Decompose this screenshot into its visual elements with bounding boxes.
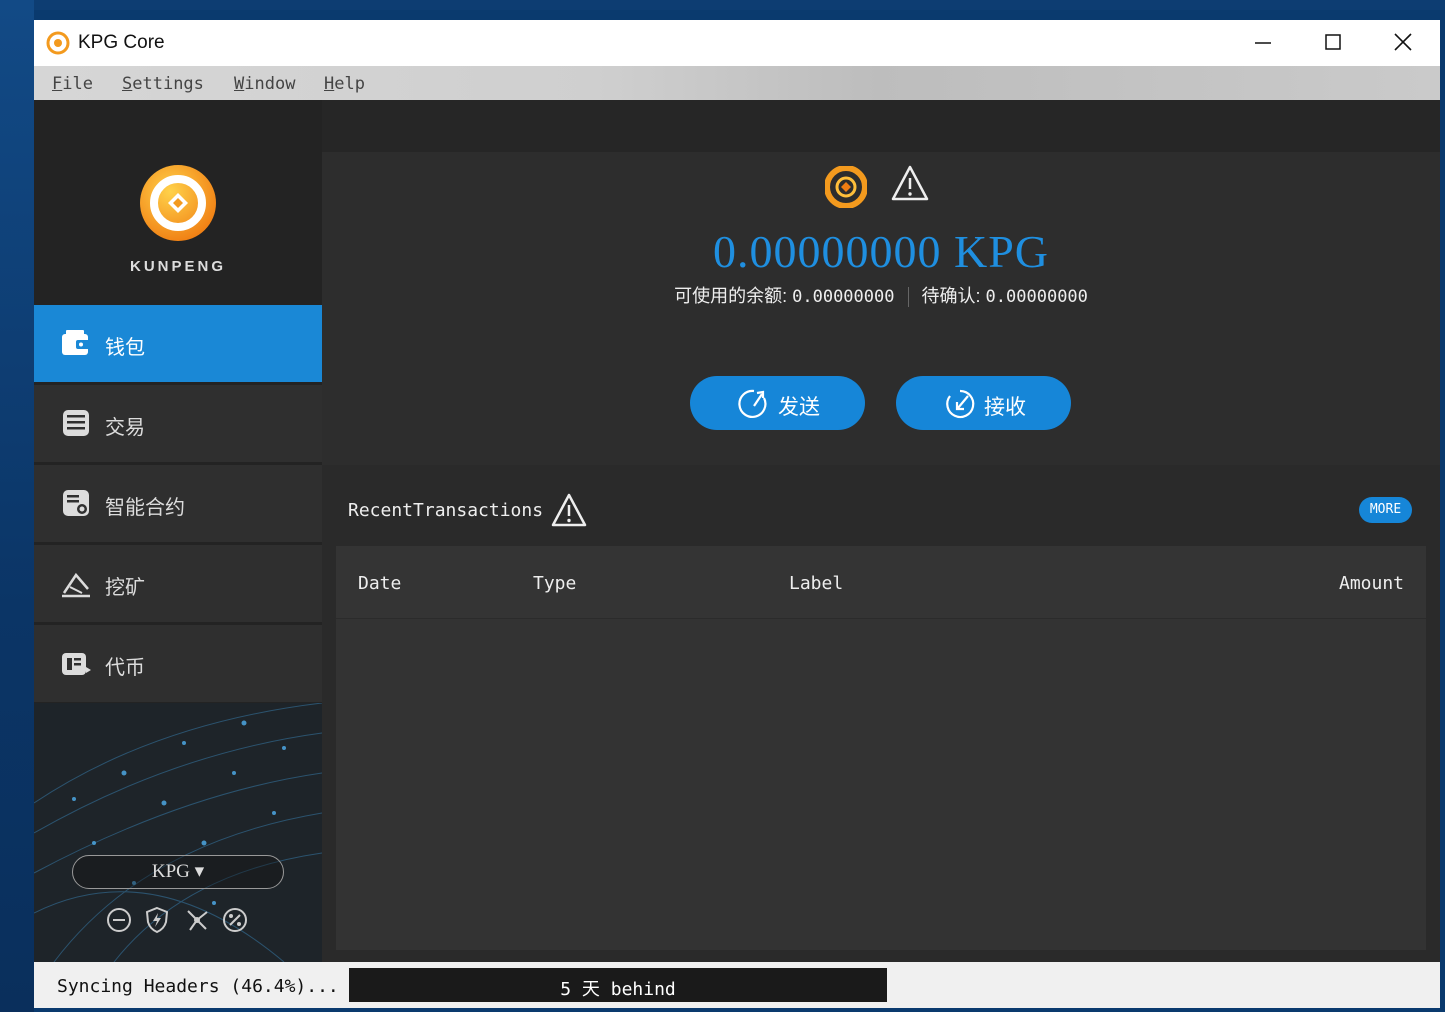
menu-help[interactable]: Help <box>324 74 365 94</box>
sidebar-item-wallet[interactable]: 钱包 <box>34 305 322 382</box>
maximize-icon <box>1325 34 1341 50</box>
smart-contract-icon <box>63 490 89 516</box>
menu-file-label: ile <box>62 74 93 94</box>
menu-help-label: elp <box>334 74 365 94</box>
divider <box>907 287 909 308</box>
mining-icon <box>62 572 90 598</box>
sidebar-item-label: 代币 <box>105 657 145 679</box>
close-button[interactable] <box>1370 20 1436 66</box>
wallet-icon <box>62 330 90 355</box>
menu-help-mnemonic: H <box>324 74 335 94</box>
desktop-background <box>0 0 34 1012</box>
sync-behind-label: 5 天 behind <box>560 979 676 1000</box>
maximize-button[interactable] <box>1300 20 1366 66</box>
warning-icon[interactable] <box>550 492 588 528</box>
column-label[interactable]: Label <box>789 573 843 594</box>
sidebar-item-label: 挖矿 <box>105 577 145 599</box>
menu-window-label: indow <box>244 74 296 94</box>
token-icon <box>62 653 91 675</box>
available-label: 可使用的余额: <box>674 286 788 306</box>
title-bar[interactable]: KPG Core <box>34 20 1440 66</box>
total-balance: 0.00000000 KPG <box>712 226 1050 277</box>
sidebar-item-label: 钱包 <box>105 337 145 359</box>
balance-details: 可使用的余额: 0.00000000 待确认: 0.00000000 <box>322 282 1440 308</box>
sync-status: Syncing Headers (46.4%)... <box>57 976 339 997</box>
sidebar-status-icons <box>104 905 254 935</box>
minus-circle-icon[interactable] <box>104 905 134 935</box>
sidebar-item-token[interactable]: 代币 <box>34 625 322 702</box>
sidebar-item-label: 交易 <box>105 417 145 439</box>
menu-window[interactable]: Window <box>234 74 295 94</box>
main-content: 0.00000000 KPG 可使用的余额: 0.00000000 待确认: 0… <box>322 100 1440 962</box>
available-value: 0.00000000 <box>792 287 895 307</box>
warning-icon[interactable] <box>890 164 930 202</box>
minimize-icon <box>1255 42 1271 44</box>
sidebar-item-smart-contract[interactable]: 智能合约 <box>34 465 322 542</box>
kunpeng-logo-icon <box>140 165 216 241</box>
brand-name: KUNPENG <box>129 258 226 275</box>
column-type[interactable]: Type <box>533 573 576 594</box>
send-label: 发送 <box>778 396 820 419</box>
transactions-table: Date Type Label Amount <box>336 546 1426 950</box>
sidebar: KUNPENG 钱包 交易 智能合约 挖矿 代币 KPG ▾ <box>34 100 322 962</box>
sync-progress-bar: 5 天 behind <box>349 968 887 1002</box>
menu-settings[interactable]: Settings <box>122 74 204 94</box>
sidebar-item-transactions[interactable]: 交易 <box>34 385 322 462</box>
pending-label: 待确认: <box>921 286 981 306</box>
status-bar: Syncing Headers (46.4%)... 5 天 behind <box>34 962 1440 1008</box>
sidebar-item-label: 智能合约 <box>105 497 185 519</box>
recent-transactions-header: RecentTransactions MORE <box>322 466 1440 546</box>
menu-file[interactable]: File <box>52 74 93 94</box>
column-amount[interactable]: Amount <box>1339 573 1404 594</box>
menu-window-mnemonic: W <box>234 74 245 94</box>
currency-select[interactable]: KPG ▾ <box>72 855 284 889</box>
menu-settings-mnemonic: S <box>122 74 133 94</box>
desktop-background-top <box>0 0 1445 10</box>
send-icon <box>738 389 767 418</box>
more-button[interactable]: MORE <box>1359 497 1412 523</box>
balance-panel: 0.00000000 KPG 可使用的余额: 0.00000000 待确认: 0… <box>322 152 1440 465</box>
network-icon[interactable] <box>182 905 212 935</box>
table-header: Date Type Label Amount <box>336 546 1426 619</box>
menu-settings-label: ettings <box>132 74 204 94</box>
receive-button[interactable]: 接收 <box>896 376 1071 430</box>
sidebar-item-mining[interactable]: 挖矿 <box>34 545 322 622</box>
window-title: KPG Core <box>78 32 165 53</box>
pending-value: 0.00000000 <box>985 287 1088 307</box>
transactions-icon <box>63 410 89 436</box>
close-icon <box>1394 33 1412 51</box>
menu-bar: File Settings Window Help <box>34 66 1440 100</box>
receive-icon <box>946 389 975 419</box>
recent-transactions-title: RecentTransactions <box>348 500 544 521</box>
percent-circle-icon[interactable] <box>220 905 250 935</box>
column-date[interactable]: Date <box>358 573 401 594</box>
send-button[interactable]: 发送 <box>690 376 865 430</box>
shield-lightning-icon[interactable] <box>142 905 172 935</box>
app-window: KPG Core File Settings Window Help KUNPE… <box>34 20 1440 1008</box>
top-strip <box>322 100 1440 152</box>
coin-logo-icon <box>825 166 867 208</box>
app-logo-icon <box>46 31 70 55</box>
menu-file-mnemonic: F <box>52 74 63 94</box>
receive-label: 接收 <box>984 396 1026 419</box>
minimize-button[interactable] <box>1230 20 1296 66</box>
